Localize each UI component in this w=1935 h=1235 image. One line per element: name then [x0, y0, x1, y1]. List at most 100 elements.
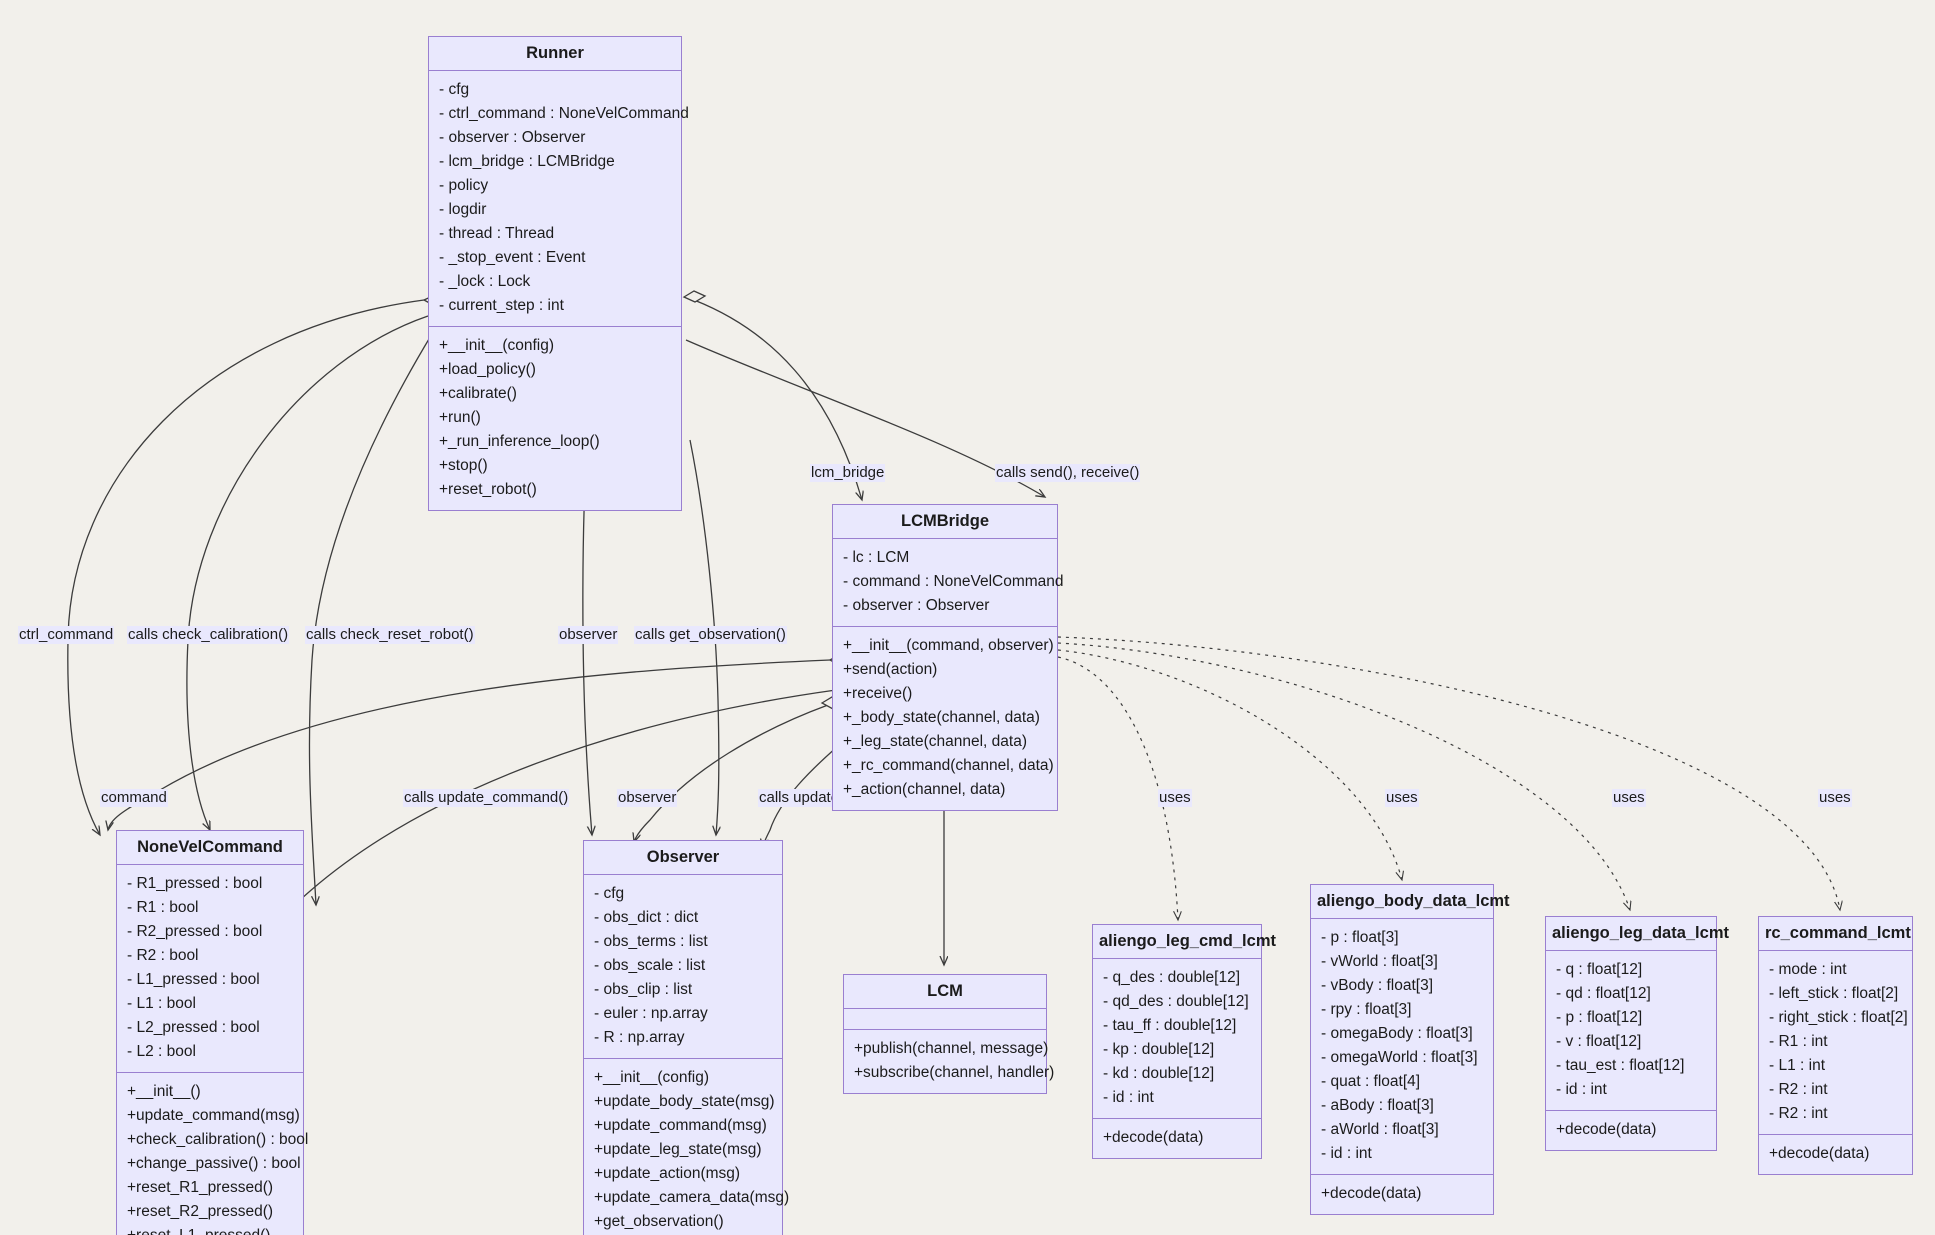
edge-label-uses-body-data: uses	[1385, 789, 1419, 807]
attribute-row: - R2 : bool	[127, 947, 199, 965]
operation-row: +_rc_command(channel, data)	[843, 757, 1054, 775]
operation-row: +reset_R2_pressed()	[127, 1203, 274, 1221]
attribute-row: - obs_dict : dict	[594, 909, 699, 927]
class-title-nonevelcommand: NoneVelCommand	[117, 831, 303, 866]
attribute-row: - L1 : int	[1769, 1057, 1825, 1075]
attribute-row: - id : int	[1321, 1145, 1372, 1163]
attribute-row: - vBody : float[3]	[1321, 977, 1433, 995]
operation-row: +change_passive() : bool	[127, 1155, 301, 1173]
attribute-row: - mode : int	[1769, 961, 1847, 979]
operation-row: +update_action(msg)	[594, 1165, 741, 1183]
class-box-aliengo-leg-data-lcmt[interactable]: aliengo_leg_data_lcmt - q : float[12] - …	[1545, 916, 1729, 1152]
attribute-row: - p : float[12]	[1556, 1009, 1643, 1027]
class-box-lcmbridge[interactable]: LCMBridge - lc : LCM - command : NoneVel…	[832, 504, 1064, 812]
operation-row: +reset_R1_pressed()	[127, 1179, 274, 1197]
attribute-row: - current_step : int	[439, 297, 564, 315]
attribute-row: - tau_ff : double[12]	[1103, 1017, 1237, 1035]
attribute-row: - observer : Observer	[439, 129, 586, 147]
class-operations-aliengo-leg-data-lcmt: +decode(data)	[1546, 1111, 1716, 1150]
attribute-row: - p : float[3]	[1321, 929, 1399, 947]
operation-row: +load_policy()	[439, 361, 536, 379]
class-attributes-nonevelcommand: - R1_pressed : bool - R1 : bool - R2_pre…	[117, 865, 303, 1074]
operation-row: +__init__()	[127, 1083, 201, 1101]
edge-label-calls-get-observation: calls get_observation()	[634, 626, 787, 644]
operation-row: +_run_inference_loop()	[439, 433, 600, 451]
attribute-row: - rpy : float[3]	[1321, 1001, 1412, 1019]
operation-row: +get_observation()	[594, 1213, 724, 1231]
operation-row: +__init__(config)	[439, 337, 555, 355]
class-box-nonevelcommand[interactable]: NoneVelCommand - R1_pressed : bool - R1 …	[116, 830, 309, 1235]
class-box-observer[interactable]: Observer - cfg - obs_dict : dict - obs_t…	[583, 840, 790, 1235]
operation-row: +receive()	[843, 685, 913, 703]
attribute-row: - R1_pressed : bool	[127, 875, 263, 893]
attribute-row: - obs_terms : list	[594, 933, 708, 951]
class-attributes-lcmbridge: - lc : LCM - command : NoneVelCommand - …	[833, 539, 1064, 628]
operation-row: +decode(data)	[1556, 1121, 1657, 1139]
operation-row: +update_command(msg)	[127, 1107, 300, 1125]
attribute-row: - observer : Observer	[843, 597, 990, 615]
attribute-row: - R2_pressed : bool	[127, 923, 263, 941]
class-title-lcmbridge: LCMBridge	[833, 505, 1057, 540]
attribute-row: - command : NoneVelCommand	[843, 573, 1064, 591]
operation-row: +_leg_state(channel, data)	[843, 733, 1027, 751]
edge-label-calls-check-reset-robot: calls check_reset_robot()	[305, 626, 475, 644]
operation-row: +reset_robot()	[439, 481, 537, 499]
operation-row: +reset_L1_pressed()	[127, 1224, 293, 1235]
operation-row: +decode(data)	[1321, 1185, 1422, 1203]
class-title-aliengo-body-data-lcmt: aliengo_body_data_lcmt	[1311, 885, 1510, 920]
class-attributes-rc-command-lcmt: - mode : int - left_stick : float[2] - r…	[1759, 951, 1912, 1136]
class-title-observer: Observer	[584, 841, 782, 876]
class-box-lcm[interactable]: LCM +publish(channel, message) +subscrib…	[843, 974, 1055, 1095]
edge-label-observer-bridge: observer	[617, 789, 678, 807]
edge-label-observer-runner: observer	[558, 626, 619, 644]
attribute-row: - omegaBody : float[3]	[1321, 1025, 1473, 1043]
class-title-aliengo-leg-cmd-lcmt: aliengo_leg_cmd_lcmt	[1093, 925, 1276, 960]
class-title-runner: Runner	[429, 37, 681, 72]
operation-row: +send(action)	[843, 661, 938, 679]
class-operations-observer: +__init__(config) +update_body_state(msg…	[584, 1059, 790, 1235]
edge-label-calls-send-receive: calls send(), receive()	[995, 464, 1141, 482]
class-box-aliengo-leg-cmd-lcmt[interactable]: aliengo_leg_cmd_lcmt - q_des : double[12…	[1092, 924, 1276, 1160]
class-box-rc-command-lcmt[interactable]: rc_command_lcmt - mode : int - left_stic…	[1758, 916, 1913, 1176]
attribute-row: - kp : double[12]	[1103, 1041, 1215, 1059]
attribute-row: - tau_est : float[12]	[1556, 1057, 1685, 1075]
attribute-row: - policy	[439, 177, 489, 195]
attribute-row: - q : float[12]	[1556, 961, 1643, 979]
attribute-row: - L1 : bool	[127, 995, 196, 1013]
operation-row: +subscribe(channel, handler)	[854, 1064, 1055, 1082]
attribute-row: - obs_clip : list	[594, 981, 693, 999]
attribute-row: - R1 : int	[1769, 1033, 1828, 1051]
class-attributes-aliengo-leg-cmd-lcmt: - q_des : double[12] - qd_des : double[1…	[1093, 959, 1261, 1120]
attribute-row: - cfg	[594, 885, 625, 903]
attribute-row: - L2_pressed : bool	[127, 1019, 260, 1037]
attribute-row: - L1_pressed : bool	[127, 971, 260, 989]
class-title-rc-command-lcmt: rc_command_lcmt	[1759, 917, 1912, 952]
operation-row: +decode(data)	[1769, 1145, 1870, 1163]
class-box-runner[interactable]: Runner - cfg - ctrl_command : NoneVelCom…	[428, 36, 689, 512]
attribute-row: - quat : float[4]	[1321, 1073, 1421, 1091]
attribute-row: - vWorld : float[3]	[1321, 953, 1438, 971]
attribute-row: - v : float[12]	[1556, 1033, 1642, 1051]
operation-row: +check_calibration() : bool	[127, 1131, 309, 1149]
edge-label-command: command	[100, 789, 168, 807]
operation-row: +update_leg_state(msg)	[594, 1141, 762, 1159]
attribute-row: - aWorld : float[3]	[1321, 1121, 1439, 1139]
attribute-row: - R : np.array	[594, 1029, 685, 1047]
attribute-row: - L2 : bool	[127, 1043, 196, 1061]
operation-row: +__init__(config)	[594, 1069, 710, 1087]
operation-row: +decode(data)	[1103, 1129, 1204, 1147]
uml-diagram-canvas: ctrl_command calls check_calibration() c…	[0, 0, 1935, 1235]
operation-row: +update_camera_data(msg)	[594, 1189, 790, 1207]
operation-row: +update_command(msg)	[594, 1117, 767, 1135]
attribute-row: - R1 : bool	[127, 899, 199, 917]
attribute-row: - q_des : double[12]	[1103, 969, 1241, 987]
attribute-row: - qd : float[12]	[1556, 985, 1651, 1003]
class-attributes-aliengo-body-data-lcmt: - p : float[3] - vWorld : float[3] - vBo…	[1311, 919, 1493, 1176]
attribute-row: - thread : Thread	[439, 225, 555, 243]
operation-row: +publish(channel, message)	[854, 1040, 1049, 1058]
class-operations-lcm: +publish(channel, message) +subscribe(ch…	[844, 1030, 1055, 1093]
attribute-row: - aBody : float[3]	[1321, 1097, 1434, 1115]
class-box-aliengo-body-data-lcmt[interactable]: aliengo_body_data_lcmt - p : float[3] - …	[1310, 884, 1510, 1216]
class-operations-aliengo-body-data-lcmt: +decode(data)	[1311, 1175, 1493, 1214]
attribute-row: - ctrl_command : NoneVelCommand	[439, 105, 689, 123]
